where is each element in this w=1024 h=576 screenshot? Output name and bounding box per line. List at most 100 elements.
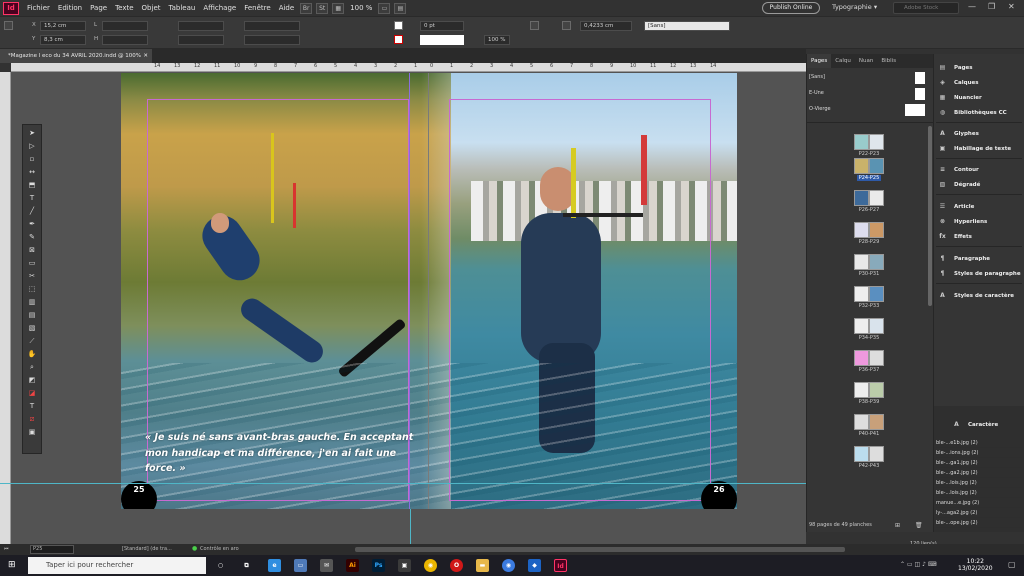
task-view-icon[interactable]: ⧉	[240, 559, 253, 572]
page-tool-icon[interactable]: ▫	[26, 154, 38, 164]
link-item[interactable]: ble-...e1b.jpg (2)	[936, 438, 1022, 448]
shear-field[interactable]	[244, 35, 300, 45]
page-thumb-p40[interactable]: P40-P41	[852, 414, 886, 437]
pencil-tool-icon[interactable]: ✎	[26, 232, 38, 242]
apply-none-icon[interactable]: ⧄	[26, 414, 38, 424]
link-item[interactable]: ble-...ope.jpg (2)	[936, 518, 1022, 528]
master-e-une[interactable]: E-Une	[809, 90, 824, 96]
fit-content-icon[interactable]	[530, 21, 539, 30]
gap-tool-icon[interactable]: ↔	[26, 167, 38, 177]
object-style-select[interactable]: [Sans]	[644, 21, 730, 31]
scale-y-field[interactable]	[178, 35, 224, 45]
workspace-switcher[interactable]: Typographie ▾	[832, 3, 877, 11]
delete-page-icon[interactable]: 🗑	[915, 522, 923, 529]
reference-distance-field[interactable]: 0,4233 cm	[580, 21, 632, 31]
line-tool-icon[interactable]: ╱	[26, 206, 38, 216]
link-item[interactable]: ble-...ions.jpg (2)	[936, 448, 1022, 458]
system-tray-icons[interactable]: ⌃ ▭ ◫ ♪ ⌨	[900, 561, 936, 568]
app-icon[interactable]: ▣	[398, 559, 411, 572]
scale-x-field[interactable]	[178, 21, 224, 31]
chrome-canary-icon[interactable]: ◉	[424, 559, 437, 572]
zoom-level[interactable]: 100 %	[346, 4, 376, 12]
link-item[interactable]: ly-...aga2.jpg (2)	[936, 508, 1022, 518]
arrange-docs-icon[interactable]: ▤	[394, 2, 407, 14]
master-sans[interactable]: [Sans]	[809, 74, 825, 80]
opacity-field[interactable]: 100 %	[484, 35, 510, 45]
rectangle-tool-icon[interactable]: ▭	[26, 258, 38, 268]
edge-icon[interactable]: e	[268, 559, 281, 572]
stock-button[interactable]: St	[316, 2, 329, 14]
menu-page[interactable]: Page	[86, 4, 111, 12]
menu-aide[interactable]: Aide	[275, 4, 298, 12]
tab-layers[interactable]: Calqu	[831, 54, 855, 68]
rectangle-frame-tool-icon[interactable]: ⊠	[26, 245, 38, 255]
minimize-icon[interactable]: —	[968, 2, 976, 11]
height-field[interactable]	[102, 35, 148, 45]
panel-article[interactable]: ☰ Article	[938, 202, 975, 211]
publish-online-button[interactable]: Publish Online	[762, 2, 820, 14]
note-tool-icon[interactable]: ▧	[26, 323, 38, 333]
vertical-ruler[interactable]	[0, 72, 11, 548]
reference-point-icon[interactable]	[4, 21, 13, 30]
chrome-icon[interactable]: ◉	[502, 559, 515, 572]
master-e-une-thumb[interactable]	[915, 88, 925, 100]
tab-libraries[interactable]: Biblis	[877, 54, 900, 68]
page-thumb-p36[interactable]: P36-P37	[852, 350, 886, 373]
link-item[interactable]: ble-...ga1.jpg (2)	[936, 458, 1022, 468]
selection-tool-icon[interactable]: ➤	[26, 128, 38, 138]
hand-tool-icon[interactable]: ✋	[26, 349, 38, 359]
first-page-icon[interactable]: ⏮	[4, 546, 9, 552]
page-field[interactable]: P25	[30, 545, 74, 554]
page-thumb-p26[interactable]: P26-P27	[852, 190, 886, 213]
menu-objet[interactable]: Objet	[138, 4, 165, 12]
rotation-field[interactable]	[244, 21, 300, 31]
tab-pages[interactable]: Pages	[807, 54, 832, 68]
panel-paragraph-styles[interactable]: ¶ Styles de paragraphe	[938, 269, 1021, 278]
type-tool-icon[interactable]: T	[26, 193, 38, 203]
master-o-vierge-thumb[interactable]	[905, 104, 925, 116]
outlook-icon[interactable]: ◆	[528, 559, 541, 572]
pages-scrollbar[interactable]	[928, 126, 932, 306]
system-clock[interactable]: 10:22 13/02/2020	[958, 558, 993, 572]
cortana-icon[interactable]: ○	[214, 559, 227, 572]
photoshop-icon[interactable]: Ps	[372, 559, 385, 572]
free-transform-tool-icon[interactable]: ⬚	[26, 284, 38, 294]
link-item[interactable]: ble-...lois.jpg (2)	[936, 478, 1022, 488]
page-thumb-p32[interactable]: P32-P33	[852, 286, 886, 309]
bridge-button[interactable]: Br	[300, 2, 313, 14]
width-field[interactable]	[102, 21, 148, 31]
zoom-tool-icon[interactable]: ⌕	[26, 362, 38, 372]
x-field[interactable]: 15,2 cm	[40, 21, 86, 31]
direct-selection-tool-icon[interactable]: ▷	[26, 141, 38, 151]
pen-tool-icon[interactable]: ✒	[26, 219, 38, 229]
stroke-type-select[interactable]	[420, 35, 464, 45]
screen-mode-icon[interactable]: ▭	[378, 2, 391, 14]
illustrator-icon[interactable]: Ai	[346, 559, 359, 572]
close-icon[interactable]: ✕	[1008, 2, 1015, 11]
screen-mode-tool-icon[interactable]: ▣	[26, 427, 38, 437]
gradient-feather-tool-icon[interactable]: ▤	[26, 310, 38, 320]
panel-effects[interactable]: fx Effets	[938, 232, 972, 241]
menu-fichier[interactable]: Fichier	[23, 4, 54, 12]
link-item[interactable]: manue...e.jpg (2)	[936, 498, 1022, 508]
page-thumb-p38[interactable]: P38-P39	[852, 382, 886, 405]
panel-text-wrap[interactable]: ▣ Habillage de texte	[938, 144, 1011, 153]
gradient-swatch-tool-icon[interactable]: ▥	[26, 297, 38, 307]
page-spread[interactable]: « Je suis né sans avant-bras gauche. En …	[121, 73, 737, 509]
pull-quote[interactable]: « Je suis né sans avant-bras gauche. En …	[145, 430, 415, 477]
stroke-swatch-icon[interactable]	[394, 35, 403, 44]
panel-cc-libraries[interactable]: ◍ Bibliothèques CC	[938, 108, 1007, 117]
menu-tableau[interactable]: Tableau	[165, 4, 200, 12]
panel-gradient[interactable]: ▧ Dégradé	[938, 180, 981, 189]
file-explorer-icon[interactable]: ▬	[476, 559, 489, 572]
taskbar-search-input[interactable]: Taper ici pour rechercher	[28, 557, 206, 574]
eyedropper-tool-icon[interactable]: ⟋	[26, 336, 38, 346]
preflight-icon[interactable]: ●	[192, 545, 197, 552]
maximize-icon[interactable]: ❐	[988, 2, 995, 11]
content-collector-icon[interactable]: ⬒	[26, 180, 38, 190]
page-thumb-p34[interactable]: P34-P35	[852, 318, 886, 341]
opera-icon[interactable]: O	[450, 559, 463, 572]
panel-character[interactable]: A Caractère	[952, 420, 998, 429]
indesign-icon[interactable]: Id	[554, 559, 567, 572]
tab-swatches[interactable]: Nuan	[855, 54, 877, 68]
